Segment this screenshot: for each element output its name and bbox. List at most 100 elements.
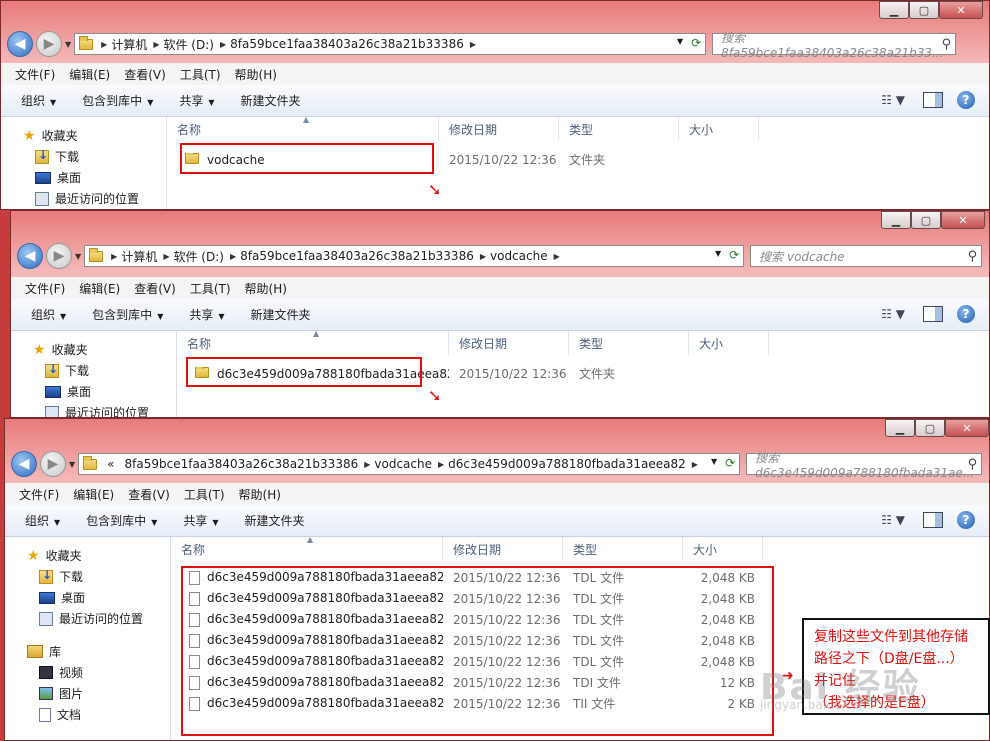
menu-file[interactable]: 文件(F) [19,486,59,503]
breadcrumb-drive-d[interactable]: 软件 (D:) [173,248,223,265]
breadcrumb-vodcache[interactable]: vodcache [490,249,548,263]
chevron-right-icon[interactable]: ▶ [101,40,107,49]
breadcrumb-computer[interactable]: 计算机 [121,248,157,265]
refresh-icon[interactable]: ⟳ [725,456,735,470]
chevron-right-icon[interactable]: ▶ [692,460,698,469]
menu-file[interactable]: 文件(F) [25,280,65,297]
address-dropdown-icon[interactable]: ▼ [711,457,717,466]
column-type[interactable]: 类型 [559,117,679,141]
nav-desktop[interactable]: 桌面 [23,167,166,188]
chevron-right-icon[interactable]: ▶ [470,40,476,49]
column-name[interactable]: 名称 ▲ [167,115,439,141]
chevron-right-icon[interactable]: ▶ [480,252,486,261]
nav-desktop[interactable]: 桌面 [33,381,176,402]
forward-button[interactable]: ▶ [36,31,62,57]
nav-favorites[interactable]: ★ 收藏夹 [23,125,166,146]
history-dropdown-icon[interactable]: ▼ [69,460,75,469]
chevron-right-icon[interactable]: ▶ [554,252,560,261]
view-options-icon[interactable]: ☷ ▼ [881,513,905,527]
address-bar[interactable]: ▶ 计算机 ▶ 软件 (D:) ▶ 8fa59bce1faa38403a26c3… [84,245,745,267]
preview-pane-icon[interactable] [923,306,943,322]
view-options-icon[interactable]: ☷ ▼ [881,307,905,321]
nav-downloads[interactable]: 下载 [27,566,170,587]
help-icon[interactable]: ? [957,305,975,323]
back-button[interactable]: ◀ [17,243,43,269]
chevron-right-icon[interactable]: ▶ [153,40,159,49]
chevron-right-icon[interactable]: ▶ [111,252,117,261]
history-dropdown-icon[interactable]: ▼ [75,252,81,261]
menu-tools[interactable]: 工具(T) [184,486,225,503]
forward-button[interactable]: ▶ [46,243,72,269]
breadcrumb-vodcache[interactable]: vodcache [374,457,432,471]
maximize-button[interactable]: ▢ [909,1,939,19]
menu-view[interactable]: 查看(V) [134,280,176,297]
column-size[interactable]: 大小 [683,537,763,561]
close-button[interactable]: ✕ [945,419,989,437]
column-date[interactable]: 修改日期 [449,331,569,355]
column-date[interactable]: 修改日期 [439,117,559,141]
menu-file[interactable]: 文件(F) [15,66,55,83]
share-button[interactable]: 共享 ▼ [189,306,224,323]
help-icon[interactable]: ? [957,511,975,529]
nav-recent[interactable]: 最近访问的位置 [23,188,166,209]
menu-edit[interactable]: 编辑(E) [79,280,120,297]
column-name[interactable]: 名称 ▲ [177,329,449,355]
menu-tools[interactable]: 工具(T) [190,280,231,297]
column-name[interactable]: 名称 ▲ [171,535,443,561]
forward-button[interactable]: ▶ [40,451,66,477]
include-in-library-button[interactable]: 包含到库中 ▼ [82,92,153,109]
nav-recent[interactable]: 最近访问的位置 [27,608,170,629]
back-button[interactable]: ◀ [7,31,33,57]
organize-button[interactable]: 组织 ▼ [31,306,66,323]
minimize-button[interactable]: ▁ [879,1,909,19]
chevron-right-icon[interactable]: ▶ [364,460,370,469]
nav-downloads[interactable]: 下载 [33,360,176,381]
menu-tools[interactable]: 工具(T) [180,66,221,83]
menu-view[interactable]: 查看(V) [128,486,170,503]
search-input[interactable]: 搜索 vodcache ⚲ [750,245,983,267]
breadcrumb-drive-d[interactable]: 软件 (D:) [163,36,213,53]
column-type[interactable]: 类型 [563,537,683,561]
menu-edit[interactable]: 编辑(E) [69,66,110,83]
organize-button[interactable]: 组织 ▼ [25,512,60,529]
nav-favorites[interactable]: ★ 收藏夹 [33,339,176,360]
nav-desktop[interactable]: 桌面 [27,587,170,608]
breadcrumb-computer[interactable]: 计算机 [111,36,147,53]
menu-help[interactable]: 帮助(H) [245,280,287,297]
close-button[interactable]: ✕ [939,1,983,19]
nav-recent[interactable]: 最近访问的位置 [33,402,176,417]
address-dropdown-icon[interactable]: ▼ [677,37,683,46]
share-button[interactable]: 共享 ▼ [179,92,214,109]
view-options-icon[interactable]: ☷ ▼ [881,93,905,107]
column-size[interactable]: 大小 [689,331,769,355]
minimize-button[interactable]: ▁ [881,211,911,229]
help-icon[interactable]: ? [957,91,975,109]
new-folder-button[interactable]: 新建文件夹 [241,92,301,109]
history-dropdown-icon[interactable]: ▼ [65,40,71,49]
breadcrumb-cache-folder[interactable]: d6c3e459d009a788180fbada31aeea82 [448,457,686,471]
include-in-library-button[interactable]: 包含到库中 ▼ [92,306,163,323]
breadcrumb-folder[interactable]: 8fa59bce1faa38403a26c38a21b33386 [230,37,464,51]
menu-edit[interactable]: 编辑(E) [73,486,114,503]
maximize-button[interactable]: ▢ [915,419,945,437]
column-type[interactable]: 类型 [569,331,689,355]
back-button[interactable]: ◀ [11,451,37,477]
menu-help[interactable]: 帮助(H) [239,486,281,503]
column-date[interactable]: 修改日期 [443,537,563,561]
breadcrumb-folder[interactable]: 8fa59bce1faa38403a26c38a21b33386 [240,249,474,263]
nav-libraries[interactable]: 库 [27,641,170,662]
refresh-icon[interactable]: ⟳ [729,248,739,262]
breadcrumb-folder[interactable]: 8fa59bce1faa38403a26c38a21b33386 [125,457,359,471]
address-bar[interactable]: ▶ 计算机 ▶ 软件 (D:) ▶ 8fa59bce1faa38403a26c3… [74,33,707,55]
nav-pictures[interactable]: 图片 [27,683,170,704]
menu-help[interactable]: 帮助(H) [235,66,277,83]
new-folder-button[interactable]: 新建文件夹 [251,306,311,323]
nav-documents[interactable]: 文档 [27,704,170,725]
breadcrumb-overflow[interactable]: « [107,457,114,471]
refresh-icon[interactable]: ⟳ [691,36,701,50]
address-dropdown-icon[interactable]: ▼ [715,249,721,258]
chevron-right-icon[interactable]: ▶ [163,252,169,261]
nav-downloads[interactable]: 下载 [23,146,166,167]
preview-pane-icon[interactable] [923,512,943,528]
nav-favorites[interactable]: ★ 收藏夹 [27,545,170,566]
